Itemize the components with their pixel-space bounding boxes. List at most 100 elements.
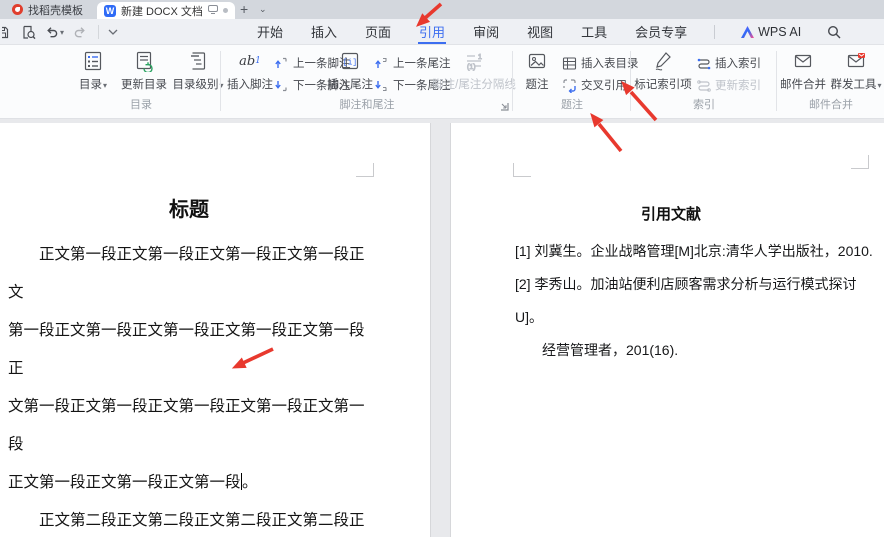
toc-level-label: 目录级别 (172, 79, 218, 91)
footnote-separator-button: 1(1) 脚注/尾注分隔线 (436, 49, 512, 92)
next-footnote-icon (274, 78, 289, 93)
update-index-label: 更新索引 (715, 77, 761, 93)
menu-tab-insert[interactable]: 插入 (310, 19, 338, 44)
references-heading: 引用文献 (491, 203, 851, 224)
page-right[interactable]: 引用文献 [1] 刘冀生。企业战略管理[M]北京:清华人学出版社，2010. [… (450, 123, 884, 537)
toc-button[interactable]: 目录▾ (70, 49, 116, 92)
menu-tab-tools[interactable]: 工具 (580, 19, 608, 44)
mark-index-entry-button[interactable]: 标记索引项 (634, 49, 692, 92)
menu-tab-member[interactable]: 会员专享 (634, 19, 688, 44)
undo-dropdown-icon[interactable]: ▾ (60, 28, 64, 37)
reference-2-line2: 经营管理者，201(16). (515, 334, 881, 367)
insert-index-icon (696, 56, 711, 71)
tab-list-chevron-icon[interactable]: ⌄ (259, 4, 267, 15)
chevron-down-icon: ▾ (103, 81, 107, 90)
insert-table-of-figures-button[interactable]: 插入表目录 (562, 55, 639, 71)
margin-mark (851, 155, 869, 169)
wps-ai-label: WPS AI (758, 25, 801, 39)
ribbon: 目录▾ 更新目录 目录级别▾ 目录 ab1 插入脚注 上一条脚注 下一条脚 (0, 45, 884, 119)
new-tab-button[interactable]: + (240, 1, 248, 17)
menu-tab-page[interactable]: 页面 (364, 19, 392, 44)
undo-button[interactable]: ▾ (45, 26, 64, 39)
para1-line3: 文第一段正文第一段正文第一段正文第一段正文第一段 (8, 387, 374, 463)
insert-index-label: 插入索引 (715, 55, 761, 71)
insert-endnote-label: 插入尾注 (327, 76, 373, 92)
update-index-button: 更新索引 (696, 77, 761, 93)
menu-tab-view[interactable]: 视图 (526, 19, 554, 44)
dialog-launcher-icon[interactable] (500, 98, 509, 116)
insert-index-button[interactable]: 插入索引 (696, 55, 761, 71)
search-icon[interactable] (827, 25, 841, 39)
wps-writer-icon: W (104, 5, 116, 17)
ribbon-group-toc: 目录▾ 更新目录 目录级别 ▾ 目录 (62, 45, 220, 118)
bulk-send-button[interactable]: 群发工具▾ (828, 49, 884, 92)
toolbar-divider (98, 25, 99, 39)
svg-text:(1): (1) (467, 64, 476, 71)
quick-access-toolbar: ▾ (2, 19, 118, 45)
para1-line2: 第一段正文第一段正文第一段正文第一段正文第一段正 (8, 311, 374, 387)
document-tab-title: 新建 DOCX 文档.docx (121, 3, 203, 19)
redo-button (73, 26, 87, 39)
document-body[interactable]: 正文第一段正文第一段正文第一段正文第一段正文 第一段正文第一段正文第一段正文第一… (8, 235, 374, 537)
ribbon-group-footnotes: ab1 插入脚注 上一条脚注 下一条脚注 [i] 插入尾注 上一条尾注 下一条尾… (222, 45, 512, 118)
insert-footnote-button[interactable]: ab1 插入脚注 (226, 49, 274, 92)
menu-tab-home[interactable]: 开始 (256, 19, 284, 44)
references-list[interactable]: [1] 刘冀生。企业战略管理[M]北京:清华人学出版社，2010. [2] 李秀… (515, 235, 881, 367)
margin-mark (513, 163, 531, 177)
update-toc-icon (133, 49, 155, 73)
chevron-down-icon: ▾ (877, 81, 881, 90)
menu-tab-references[interactable]: 引用 (418, 19, 446, 44)
caption-icon (526, 49, 548, 73)
cross-reference-icon (562, 78, 577, 93)
cross-reference-button[interactable]: 交叉引用 (562, 77, 627, 93)
docer-logo-icon (12, 4, 23, 15)
insert-footnote-icon: ab1 (239, 49, 261, 73)
toolbar-more-chevron-icon[interactable] (108, 29, 118, 35)
next-endnote-icon (374, 78, 389, 93)
toc-level-button[interactable]: 目录级别▾ (170, 49, 226, 92)
para1-line4: 正文第一段正文第一段正文第一段。 (8, 463, 374, 501)
mark-index-entry-icon (652, 49, 674, 73)
mail-merge-button[interactable]: 邮件合并 (778, 49, 828, 92)
update-toc-label: 更新目录 (121, 76, 167, 92)
svg-text:[i]: [i] (343, 59, 357, 68)
toc-level-icon (187, 49, 209, 73)
para1-line1: 正文第一段正文第一段正文第一段正文第一段正文 (8, 235, 374, 311)
toc-label: 目录 (79, 79, 102, 91)
tab-docer-templates[interactable]: 找稻壳模板 (4, 0, 91, 19)
insert-footnote-label: 插入脚注 (227, 76, 273, 92)
update-index-icon (696, 78, 711, 93)
prev-footnote-icon (274, 56, 289, 71)
tab-document[interactable]: W 新建 DOCX 文档.docx (97, 2, 235, 19)
wps-ai-logo-icon (741, 26, 754, 38)
update-toc-button[interactable]: 更新目录 (118, 49, 170, 92)
group-divider (220, 51, 221, 111)
ribbon-group-captions: 题注 插入表目录 交叉引用 题注 (514, 45, 630, 118)
document-title: 标题 (8, 193, 370, 222)
prev-endnote-icon (374, 56, 389, 71)
group-label-captions: 题注 (514, 96, 630, 112)
caption-button[interactable]: 题注 (518, 49, 556, 92)
cross-reference-label: 交叉引用 (581, 77, 627, 93)
group-divider (512, 51, 513, 111)
mark-index-entry-label: 标记索引项 (634, 76, 692, 92)
svg-text:1: 1 (478, 54, 482, 61)
toc-icon (82, 49, 104, 73)
page-left[interactable]: 标题 正文第一段正文第一段正文第一段正文第一段正文 第一段正文第一段正文第一段正… (0, 123, 431, 537)
print-preview-icon[interactable] (21, 25, 36, 40)
reference-1: [1] 刘冀生。企业战略管理[M]北京:清华人学出版社，2010. (515, 235, 881, 268)
document-canvas[interactable]: 标题 正文第一段正文第一段正文第一段正文第一段正文 第一段正文第一段正文第一段正… (0, 120, 884, 537)
table-of-figures-icon (562, 56, 577, 71)
margin-mark (356, 163, 374, 177)
mail-merge-icon (792, 49, 814, 73)
insert-endnote-button[interactable]: [i] 插入尾注 (328, 49, 372, 92)
mail-merge-label: 邮件合并 (780, 76, 826, 92)
wps-ai-button[interactable]: WPS AI (741, 25, 801, 39)
group-label-toc: 目录 (62, 96, 220, 112)
save-icon[interactable] (2, 25, 12, 40)
footnote-separator-label: 脚注/尾注分隔线 (432, 76, 516, 92)
menu-tab-review[interactable]: 审阅 (472, 19, 500, 44)
ribbon-group-mail-merge: 邮件合并 群发工具▾ 邮件合并 (778, 45, 884, 118)
group-label-footnotes: 脚注和尾注 (222, 96, 512, 112)
insert-endnote-icon: [i] (339, 49, 361, 73)
